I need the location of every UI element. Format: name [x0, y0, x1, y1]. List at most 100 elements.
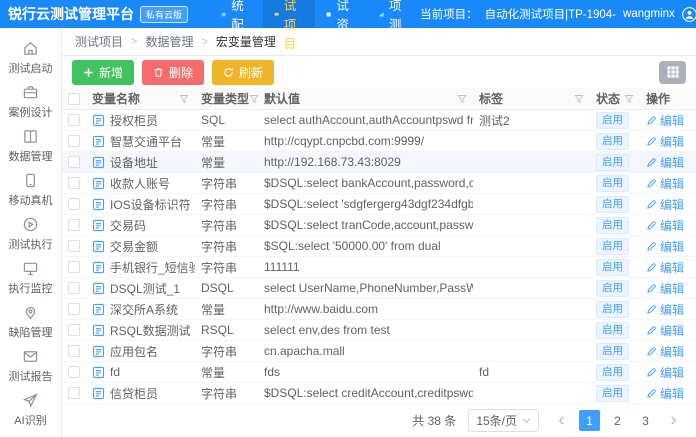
table-row: 深交所A系统 常量 http://www.baidu.com 启用 编辑	[62, 299, 696, 320]
row-checkbox[interactable]	[68, 135, 80, 147]
status-cell: 启用	[590, 215, 640, 235]
sidebar-item-execution-monitor[interactable]: 执行监控	[0, 256, 61, 300]
status-badge[interactable]: 启用	[596, 343, 629, 360]
page-button-3[interactable]: 3	[635, 410, 656, 431]
user-avatar-icon[interactable]	[682, 7, 696, 22]
default-value-cell: 111111	[258, 257, 473, 277]
status-badge[interactable]: 启用	[596, 154, 629, 171]
select-all-checkbox[interactable]	[68, 93, 80, 105]
sidebar-item-test-report[interactable]: 测试报告	[0, 344, 61, 388]
edit-button[interactable]: 编辑	[646, 133, 684, 150]
filter-icon	[574, 94, 584, 104]
sidebar-item-ai-recognition[interactable]: AI识别	[0, 388, 61, 432]
status-badge[interactable]: 启用	[596, 280, 629, 297]
row-checkbox[interactable]	[68, 219, 80, 231]
edit-button[interactable]: 编辑	[646, 343, 684, 360]
add-button[interactable]: 新增	[72, 60, 134, 85]
top-menu-item-special-test[interactable]: 专项测试	[368, 0, 421, 28]
edit-button-label: 编辑	[660, 301, 684, 318]
delete-button[interactable]: 删除	[142, 60, 204, 85]
variable-name: DSQL测试_1	[110, 280, 180, 297]
row-checkbox[interactable]	[68, 156, 80, 168]
edit-button[interactable]: 编辑	[646, 322, 684, 339]
row-checkbox[interactable]	[68, 198, 80, 210]
page-size-select[interactable]: 15条/页	[468, 409, 539, 432]
row-checkbox[interactable]	[68, 261, 80, 273]
row-checkbox[interactable]	[68, 282, 80, 294]
variable-type-cell: 字符串	[195, 341, 258, 361]
status-badge[interactable]: 启用	[596, 385, 629, 402]
edit-icon	[646, 199, 657, 210]
status-badge[interactable]: 启用	[596, 238, 629, 255]
edit-button[interactable]: 编辑	[646, 154, 684, 171]
macro-variable-table: 变量名称 变量类型 默认值 标签 状态 操作 授权柜员 SQL selec	[62, 88, 696, 404]
edit-button[interactable]: 编辑	[646, 364, 684, 381]
edit-button[interactable]: 编辑	[646, 196, 684, 213]
sidebar-item-case-design[interactable]: 案例设计	[0, 80, 61, 124]
status-badge[interactable]: 启用	[596, 217, 629, 234]
variable-name: 收款人账号	[110, 175, 170, 192]
row-checkbox-cell	[62, 383, 86, 403]
variable-name-cell: 应用包名	[86, 341, 195, 361]
variable-name-cell: fd	[86, 362, 195, 382]
edit-button[interactable]: 编辑	[646, 238, 684, 255]
row-checkbox[interactable]	[68, 177, 80, 189]
edit-button[interactable]: 编辑	[646, 217, 684, 234]
edit-button[interactable]: 编辑	[646, 385, 684, 402]
breadcrumb-item[interactable]: 数据管理	[145, 33, 193, 50]
top-menu-item-system-config[interactable]: 系统配置	[210, 0, 263, 28]
sidebar-item-data-management[interactable]: 数据管理	[0, 124, 61, 168]
top-menu-item-test-project[interactable]: 测试项目	[263, 0, 316, 28]
status-badge[interactable]: 启用	[596, 259, 629, 276]
action-cell: 编辑	[640, 278, 696, 298]
status-badge[interactable]: 启用	[596, 175, 629, 192]
status-badge[interactable]: 启用	[596, 364, 629, 381]
variable-name-cell: 手机银行_短信验证码	[86, 257, 195, 277]
status-badge[interactable]: 启用	[596, 196, 629, 213]
status-badge[interactable]: 启用	[596, 112, 629, 129]
row-checkbox[interactable]	[68, 240, 80, 252]
app-window: 锐行云测试管理平台 私有云版 系统配置 测试项目 测试资源 专项测试 当前项目：…	[0, 0, 696, 437]
page-button-2[interactable]: 2	[607, 410, 628, 431]
row-checkbox[interactable]	[68, 324, 80, 336]
top-menu-item-test-resource[interactable]: 测试资源	[315, 0, 368, 28]
table-row: 手机银行_短信验证码 字符串 111111 启用 编辑	[62, 257, 696, 278]
column-header-label: 状态	[596, 90, 620, 107]
edit-icon	[646, 241, 657, 252]
action-cell: 编辑	[640, 173, 696, 193]
row-checkbox-cell	[62, 320, 86, 340]
sidebar-item-test-execution[interactable]: 测试执行	[0, 212, 61, 256]
table-row: 信贷柜员 字符串 $DSQL:select creditAccount,cred…	[62, 383, 696, 404]
row-checkbox[interactable]	[68, 303, 80, 315]
sidebar-item-mobile-device[interactable]: 移动真机	[0, 168, 61, 212]
status-badge[interactable]: 启用	[596, 322, 629, 339]
page-button-1[interactable]: 1	[579, 410, 600, 431]
breadcrumb-item[interactable]: 测试项目	[75, 33, 123, 50]
edit-button[interactable]: 编辑	[646, 301, 684, 318]
variable-type-cell: 字符串	[195, 215, 258, 235]
status-badge[interactable]: 启用	[596, 301, 629, 318]
column-header: 状态	[590, 88, 640, 109]
next-page-button[interactable]	[663, 410, 684, 431]
send-icon	[22, 392, 39, 409]
edit-button[interactable]: 编辑	[646, 280, 684, 297]
sidebar-item-test-launch[interactable]: 测试启动	[0, 36, 61, 80]
breadcrumb: 测试项目> 数据管理> 宏变量管理	[62, 28, 696, 56]
row-checkbox[interactable]	[68, 366, 80, 378]
prev-page-button[interactable]	[551, 410, 572, 431]
status-badge[interactable]: 启用	[596, 133, 629, 150]
default-value: cn.apacha.mall	[264, 344, 345, 358]
column-settings-button[interactable]	[659, 61, 686, 84]
edit-button[interactable]: 编辑	[646, 175, 684, 192]
pagination: 共 38 条 15条/页 123	[62, 404, 696, 437]
row-checkbox-cell	[62, 194, 86, 214]
row-checkbox[interactable]	[68, 387, 80, 399]
row-checkbox[interactable]	[68, 114, 80, 126]
edit-button[interactable]: 编辑	[646, 112, 684, 129]
row-checkbox[interactable]	[68, 345, 80, 357]
sidebar-item-defect-management[interactable]: 缺陷管理	[0, 300, 61, 344]
variable-type: 常量	[201, 301, 225, 318]
variable-type: 字符串	[201, 217, 237, 234]
refresh-button[interactable]: 刷新	[212, 60, 274, 85]
edit-button[interactable]: 编辑	[646, 259, 684, 276]
